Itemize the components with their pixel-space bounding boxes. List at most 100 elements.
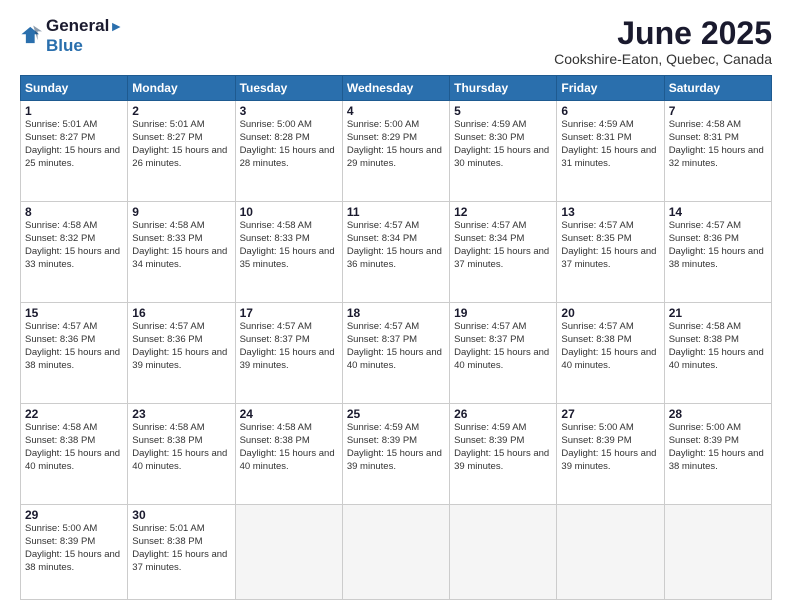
day-info: Sunrise: 4:58 AM Sunset: 8:32 PM Dayligh… [25,220,123,271]
day-number: 18 [347,306,445,320]
day-info: Sunrise: 4:59 AM Sunset: 8:39 PM Dayligh… [347,422,445,473]
calendar-cell [235,505,342,600]
day-number: 14 [669,205,767,219]
calendar-cell: 25 Sunrise: 4:59 AM Sunset: 8:39 PM Dayl… [342,404,449,505]
col-header-wednesday: Wednesday [342,76,449,101]
day-info: Sunrise: 4:58 AM Sunset: 8:33 PM Dayligh… [240,220,338,271]
day-info: Sunrise: 4:57 AM Sunset: 8:34 PM Dayligh… [454,220,552,271]
day-number: 27 [561,407,659,421]
col-header-monday: Monday [128,76,235,101]
calendar-week-2: 8 Sunrise: 4:58 AM Sunset: 8:32 PM Dayli… [21,202,772,303]
calendar-cell: 14 Sunrise: 4:57 AM Sunset: 8:36 PM Dayl… [664,202,771,303]
col-header-sunday: Sunday [21,76,128,101]
day-number: 9 [132,205,230,219]
day-info: Sunrise: 4:57 AM Sunset: 8:36 PM Dayligh… [25,321,123,372]
calendar-cell: 24 Sunrise: 4:58 AM Sunset: 8:38 PM Dayl… [235,404,342,505]
day-number: 22 [25,407,123,421]
day-info: Sunrise: 5:00 AM Sunset: 8:39 PM Dayligh… [669,422,767,473]
day-number: 6 [561,104,659,118]
calendar-cell: 28 Sunrise: 5:00 AM Sunset: 8:39 PM Dayl… [664,404,771,505]
day-info: Sunrise: 4:57 AM Sunset: 8:36 PM Dayligh… [669,220,767,271]
month-title: June 2025 [554,16,772,51]
calendar-cell: 12 Sunrise: 4:57 AM Sunset: 8:34 PM Dayl… [450,202,557,303]
calendar-cell: 2 Sunrise: 5:01 AM Sunset: 8:27 PM Dayli… [128,101,235,202]
day-info: Sunrise: 5:01 AM Sunset: 8:38 PM Dayligh… [132,523,230,574]
logo-area: General► Blue [20,16,123,55]
location-title: Cookshire-Eaton, Quebec, Canada [554,51,772,67]
col-header-saturday: Saturday [664,76,771,101]
calendar-week-3: 15 Sunrise: 4:57 AM Sunset: 8:36 PM Dayl… [21,303,772,404]
col-header-thursday: Thursday [450,76,557,101]
calendar-cell: 13 Sunrise: 4:57 AM Sunset: 8:35 PM Dayl… [557,202,664,303]
day-info: Sunrise: 4:58 AM Sunset: 8:33 PM Dayligh… [132,220,230,271]
day-number: 3 [240,104,338,118]
day-number: 10 [240,205,338,219]
day-number: 20 [561,306,659,320]
day-info: Sunrise: 4:57 AM Sunset: 8:37 PM Dayligh… [454,321,552,372]
day-number: 17 [240,306,338,320]
calendar-cell: 7 Sunrise: 4:58 AM Sunset: 8:31 PM Dayli… [664,101,771,202]
day-number: 16 [132,306,230,320]
day-number: 21 [669,306,767,320]
calendar-cell: 20 Sunrise: 4:57 AM Sunset: 8:38 PM Dayl… [557,303,664,404]
calendar-cell: 6 Sunrise: 4:59 AM Sunset: 8:31 PM Dayli… [557,101,664,202]
logo-text: General► Blue [46,16,123,55]
page: General► Blue June 2025 Cookshire-Eaton,… [0,0,792,612]
day-number: 30 [132,508,230,522]
calendar-cell: 27 Sunrise: 5:00 AM Sunset: 8:39 PM Dayl… [557,404,664,505]
day-number: 29 [25,508,123,522]
calendar-cell [450,505,557,600]
calendar-cell: 5 Sunrise: 4:59 AM Sunset: 8:30 PM Dayli… [450,101,557,202]
day-info: Sunrise: 4:58 AM Sunset: 8:38 PM Dayligh… [669,321,767,372]
day-info: Sunrise: 4:57 AM Sunset: 8:36 PM Dayligh… [132,321,230,372]
day-info: Sunrise: 5:01 AM Sunset: 8:27 PM Dayligh… [132,119,230,170]
calendar-cell: 30 Sunrise: 5:01 AM Sunset: 8:38 PM Dayl… [128,505,235,600]
day-info: Sunrise: 4:57 AM Sunset: 8:37 PM Dayligh… [240,321,338,372]
calendar-cell [664,505,771,600]
calendar-cell: 19 Sunrise: 4:57 AM Sunset: 8:37 PM Dayl… [450,303,557,404]
day-number: 25 [347,407,445,421]
day-info: Sunrise: 5:00 AM Sunset: 8:29 PM Dayligh… [347,119,445,170]
day-number: 7 [669,104,767,118]
calendar-cell: 1 Sunrise: 5:01 AM Sunset: 8:27 PM Dayli… [21,101,128,202]
calendar-cell: 4 Sunrise: 5:00 AM Sunset: 8:29 PM Dayli… [342,101,449,202]
calendar-cell: 11 Sunrise: 4:57 AM Sunset: 8:34 PM Dayl… [342,202,449,303]
header: General► Blue June 2025 Cookshire-Eaton,… [20,16,772,67]
day-info: Sunrise: 4:57 AM Sunset: 8:34 PM Dayligh… [347,220,445,271]
calendar-cell: 22 Sunrise: 4:58 AM Sunset: 8:38 PM Dayl… [21,404,128,505]
day-info: Sunrise: 4:59 AM Sunset: 8:39 PM Dayligh… [454,422,552,473]
day-info: Sunrise: 4:58 AM Sunset: 8:38 PM Dayligh… [132,422,230,473]
calendar-cell: 29 Sunrise: 5:00 AM Sunset: 8:39 PM Dayl… [21,505,128,600]
day-info: Sunrise: 4:57 AM Sunset: 8:38 PM Dayligh… [561,321,659,372]
calendar-cell: 10 Sunrise: 4:58 AM Sunset: 8:33 PM Dayl… [235,202,342,303]
calendar-table: SundayMondayTuesdayWednesdayThursdayFrid… [20,75,772,600]
day-info: Sunrise: 4:57 AM Sunset: 8:35 PM Dayligh… [561,220,659,271]
col-header-friday: Friday [557,76,664,101]
day-number: 23 [132,407,230,421]
day-number: 15 [25,306,123,320]
day-number: 26 [454,407,552,421]
calendar-cell: 26 Sunrise: 4:59 AM Sunset: 8:39 PM Dayl… [450,404,557,505]
day-number: 13 [561,205,659,219]
day-info: Sunrise: 4:57 AM Sunset: 8:37 PM Dayligh… [347,321,445,372]
day-number: 2 [132,104,230,118]
day-info: Sunrise: 4:59 AM Sunset: 8:30 PM Dayligh… [454,119,552,170]
day-info: Sunrise: 5:00 AM Sunset: 8:28 PM Dayligh… [240,119,338,170]
calendar-cell: 21 Sunrise: 4:58 AM Sunset: 8:38 PM Dayl… [664,303,771,404]
day-number: 28 [669,407,767,421]
day-number: 19 [454,306,552,320]
day-number: 5 [454,104,552,118]
calendar-cell: 17 Sunrise: 4:57 AM Sunset: 8:37 PM Dayl… [235,303,342,404]
calendar-cell: 15 Sunrise: 4:57 AM Sunset: 8:36 PM Dayl… [21,303,128,404]
calendar-cell: 23 Sunrise: 4:58 AM Sunset: 8:38 PM Dayl… [128,404,235,505]
day-info: Sunrise: 4:59 AM Sunset: 8:31 PM Dayligh… [561,119,659,170]
day-number: 1 [25,104,123,118]
title-area: June 2025 Cookshire-Eaton, Quebec, Canad… [554,16,772,67]
calendar-cell [342,505,449,600]
day-info: Sunrise: 5:00 AM Sunset: 8:39 PM Dayligh… [561,422,659,473]
calendar-cell: 9 Sunrise: 4:58 AM Sunset: 8:33 PM Dayli… [128,202,235,303]
calendar-cell: 3 Sunrise: 5:00 AM Sunset: 8:28 PM Dayli… [235,101,342,202]
calendar-week-4: 22 Sunrise: 4:58 AM Sunset: 8:38 PM Dayl… [21,404,772,505]
day-number: 8 [25,205,123,219]
col-header-tuesday: Tuesday [235,76,342,101]
